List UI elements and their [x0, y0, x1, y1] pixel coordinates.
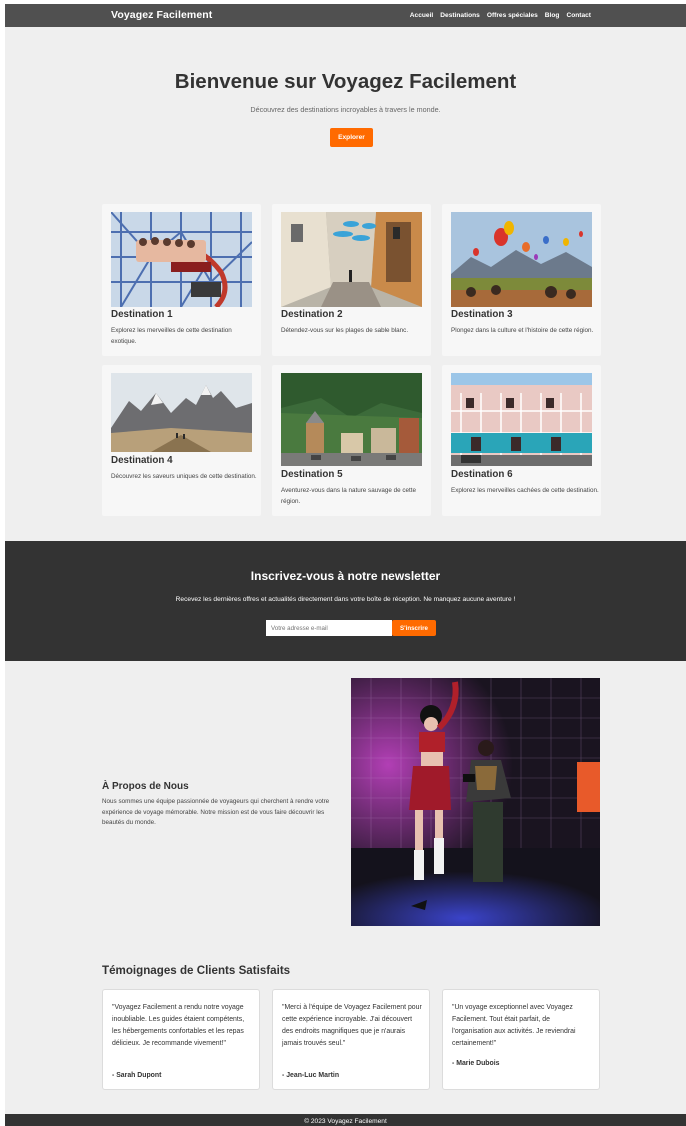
testimonial-quote: "Voyagez Facilement a rendu notre voyage… [112, 1004, 245, 1047]
destination-image-forest-town [281, 373, 422, 466]
newsletter-text: Recevez les dernières offres et actualit… [175, 596, 516, 603]
testimonial-quote: "Un voyage exceptionnel avec Voyagez Fac… [452, 1004, 576, 1047]
destination-image-street [281, 212, 422, 307]
top-navbar: Voyagez Facilement Accueil Destinations … [5, 4, 686, 27]
destination-image-roller-coaster [111, 212, 252, 307]
about-text: Nous sommes une équipe passionnée de voy… [102, 798, 330, 826]
destination-description: Aventurez-vous dans la nature sauvage de… [281, 487, 417, 505]
destination-card[interactable]: Destination 5 Aventurez-vous dans la nat… [272, 365, 431, 516]
destination-description: Détendez-vous sur les plages de sable bl… [281, 327, 409, 334]
brand-logo[interactable]: Voyagez Facilement [111, 9, 212, 21]
destination-description: Découvrez les saveurs uniques de cette d… [111, 473, 257, 480]
destination-card[interactable]: Destination 3 Plongez dans la culture et… [442, 204, 601, 356]
destination-image-mountains [111, 373, 252, 452]
destination-card[interactable]: Destination 1 Explorez les merveilles de… [102, 204, 261, 356]
testimonial-author: - Sarah Dupont [112, 1072, 162, 1079]
destination-description: Explorez les merveilles cachées de cette… [451, 487, 599, 494]
hero-subtitle: Découvrez des destinations incroyables à… [250, 105, 441, 114]
destination-title: Destination 5 [281, 469, 343, 480]
testimonial-author: - Jean-Luc Martin [282, 1072, 340, 1079]
destination-card[interactable]: Destination 6 Explorez les merveilles ca… [442, 365, 601, 516]
about-title: À Propos de Nous [102, 781, 189, 792]
destination-title: Destination 4 [111, 455, 173, 466]
destination-image-balcony-building [451, 373, 592, 466]
destination-title: Destination 6 [451, 469, 513, 480]
destination-description: Plongez dans la culture et l'histoire de… [451, 327, 594, 334]
testimonial-author: - Marie Dubois [452, 1060, 500, 1067]
page: Voyagez Facilement Accueil Destinations … [5, 4, 686, 1126]
destination-description: Explorez les merveilles de cette destina… [111, 327, 232, 345]
testimonial-card: "Un voyage exceptionnel avec Voyagez Fac… [442, 989, 600, 1090]
footer: © 2023 Voyagez Facilement [5, 1114, 686, 1126]
destination-title: Destination 1 [111, 309, 173, 320]
nav-link-contact[interactable]: Contact [566, 12, 591, 19]
nav-link-offres-speciales[interactable]: Offres spéciales [487, 12, 538, 19]
destination-card[interactable]: Destination 4 Découvrez les saveurs uniq… [102, 365, 261, 516]
destination-image-balloons [451, 212, 592, 307]
subscribe-button[interactable]: S'inscrire [392, 620, 436, 636]
nav-link-blog[interactable]: Blog [545, 12, 560, 19]
destination-card[interactable]: Destination 2 Détendez-vous sur les plag… [272, 204, 431, 356]
about-photo-dancers [351, 678, 600, 926]
testimonial-card: "Voyagez Facilement a rendu notre voyage… [102, 989, 260, 1090]
nav-link-accueil[interactable]: Accueil [410, 12, 433, 19]
newsletter-email-input[interactable] [266, 620, 392, 636]
hero-title: Bienvenue sur Voyagez Facilement [174, 70, 517, 93]
destination-title: Destination 3 [451, 309, 513, 320]
explore-button[interactable]: Explorer [330, 128, 373, 147]
newsletter-title: Inscrivez-vous à notre newsletter [250, 569, 441, 583]
destination-title: Destination 2 [281, 309, 343, 320]
footer-copyright: © 2023 Voyagez Facilement [304, 1118, 387, 1125]
testimonial-quote: "Merci à l'équipe de Voyagez Facilement … [282, 1004, 422, 1047]
testimonial-card: "Merci à l'équipe de Voyagez Facilement … [272, 989, 430, 1090]
nav-link-destinations[interactable]: Destinations [440, 12, 480, 19]
main-nav: Accueil Destinations Offres spéciales Bl… [410, 12, 591, 19]
testimonials-title: Témoignages de Clients Satisfaits [102, 964, 291, 977]
newsletter-section: Inscrivez-vous à notre newsletter Receve… [5, 541, 686, 661]
